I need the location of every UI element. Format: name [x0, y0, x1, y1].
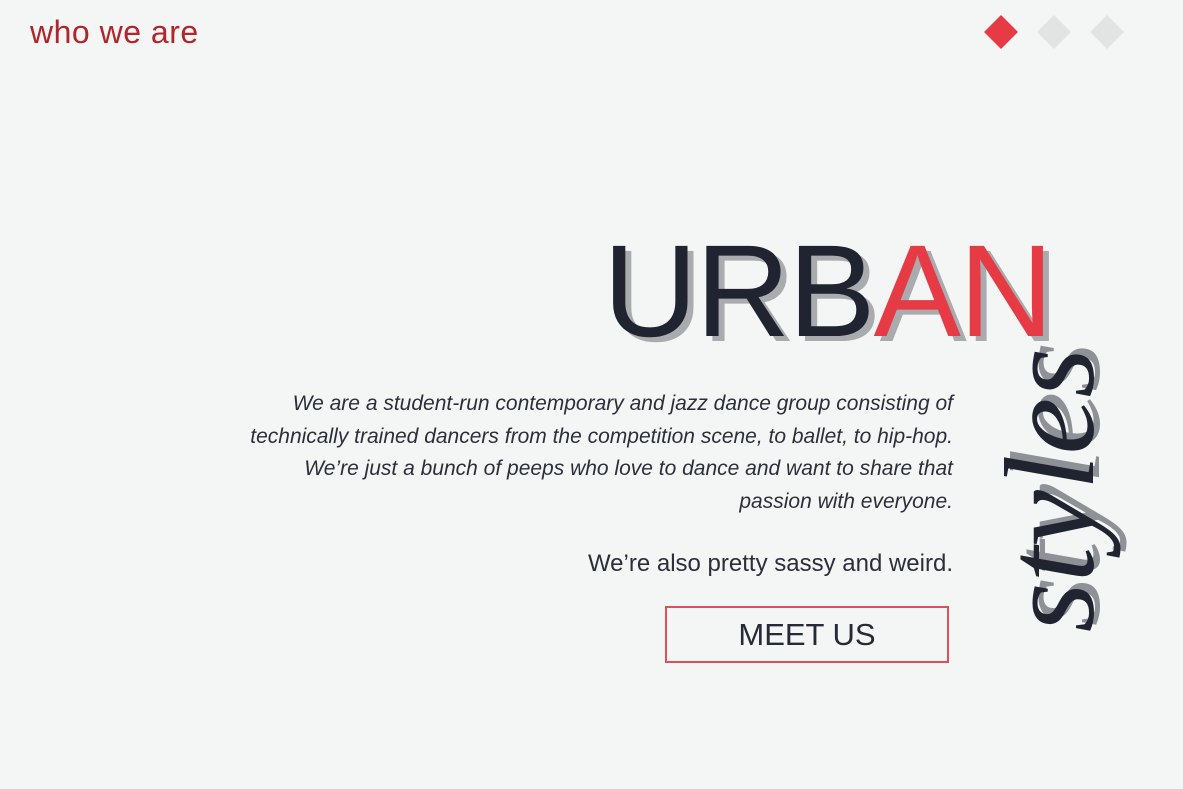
pager-dot-2[interactable] — [1037, 15, 1071, 49]
pager-dot-3[interactable] — [1090, 15, 1124, 49]
meet-us-button[interactable]: MEET US — [665, 606, 949, 663]
about-line: technically trained dancers from the com… — [250, 424, 953, 448]
hero-title-main: URB — [603, 217, 876, 364]
about-line: We’re just a bunch of peeps who love to … — [304, 457, 953, 480]
slide-pager — [984, 15, 1124, 49]
hero-title-accent: AN — [873, 217, 1054, 364]
hero-subtitle: styles — [979, 347, 1121, 633]
about-paragraph: We are a student-run contemporary and ja… — [250, 388, 953, 518]
about-line: passion with everyone. — [739, 489, 953, 513]
about-line: We are a student-run contemporary and ja… — [292, 392, 953, 415]
hero-title: URBAN — [603, 225, 1054, 356]
pager-dot-1[interactable] — [984, 15, 1018, 49]
section-title: who we are — [30, 14, 199, 50]
meet-us-label: MEET US — [738, 616, 876, 652]
tagline: We’re also pretty sassy and weird. — [587, 550, 953, 577]
